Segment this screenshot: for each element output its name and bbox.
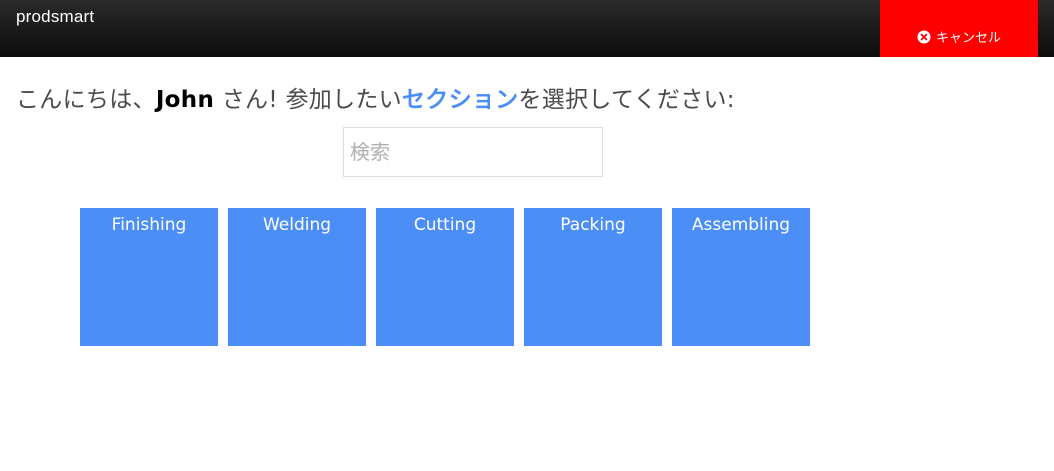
cancel-label: キャンセル <box>935 31 1001 46</box>
greeting-message: こんにちは、John さん! 参加したいセクションを選択してください: <box>16 80 735 114</box>
section-tile-packing[interactable]: Packing <box>524 208 662 346</box>
search-input[interactable] <box>343 127 603 177</box>
cancel-button[interactable]: キャンセル <box>880 0 1038 57</box>
top-bar: prodsmart キャンセル <box>0 0 1054 57</box>
app-logo: prodsmart <box>16 7 95 26</box>
section-tile-finishing[interactable]: Finishing <box>80 208 218 346</box>
greeting-prefix: こんにちは、 <box>16 87 156 113</box>
greeting-highlight: セクション <box>401 87 519 113</box>
section-tile-welding[interactable]: Welding <box>228 208 366 346</box>
greeting-suffix: を選択してください: <box>518 87 735 113</box>
section-tile-cutting[interactable]: Cutting <box>376 208 514 346</box>
greeting-middle: さん! 参加したい <box>214 87 402 113</box>
section-tile-assembling[interactable]: Assembling <box>672 208 810 346</box>
section-tiles: Finishing Welding Cutting Packing Assemb… <box>80 208 810 346</box>
username: John <box>155 87 215 113</box>
close-circle-icon <box>917 30 931 44</box>
